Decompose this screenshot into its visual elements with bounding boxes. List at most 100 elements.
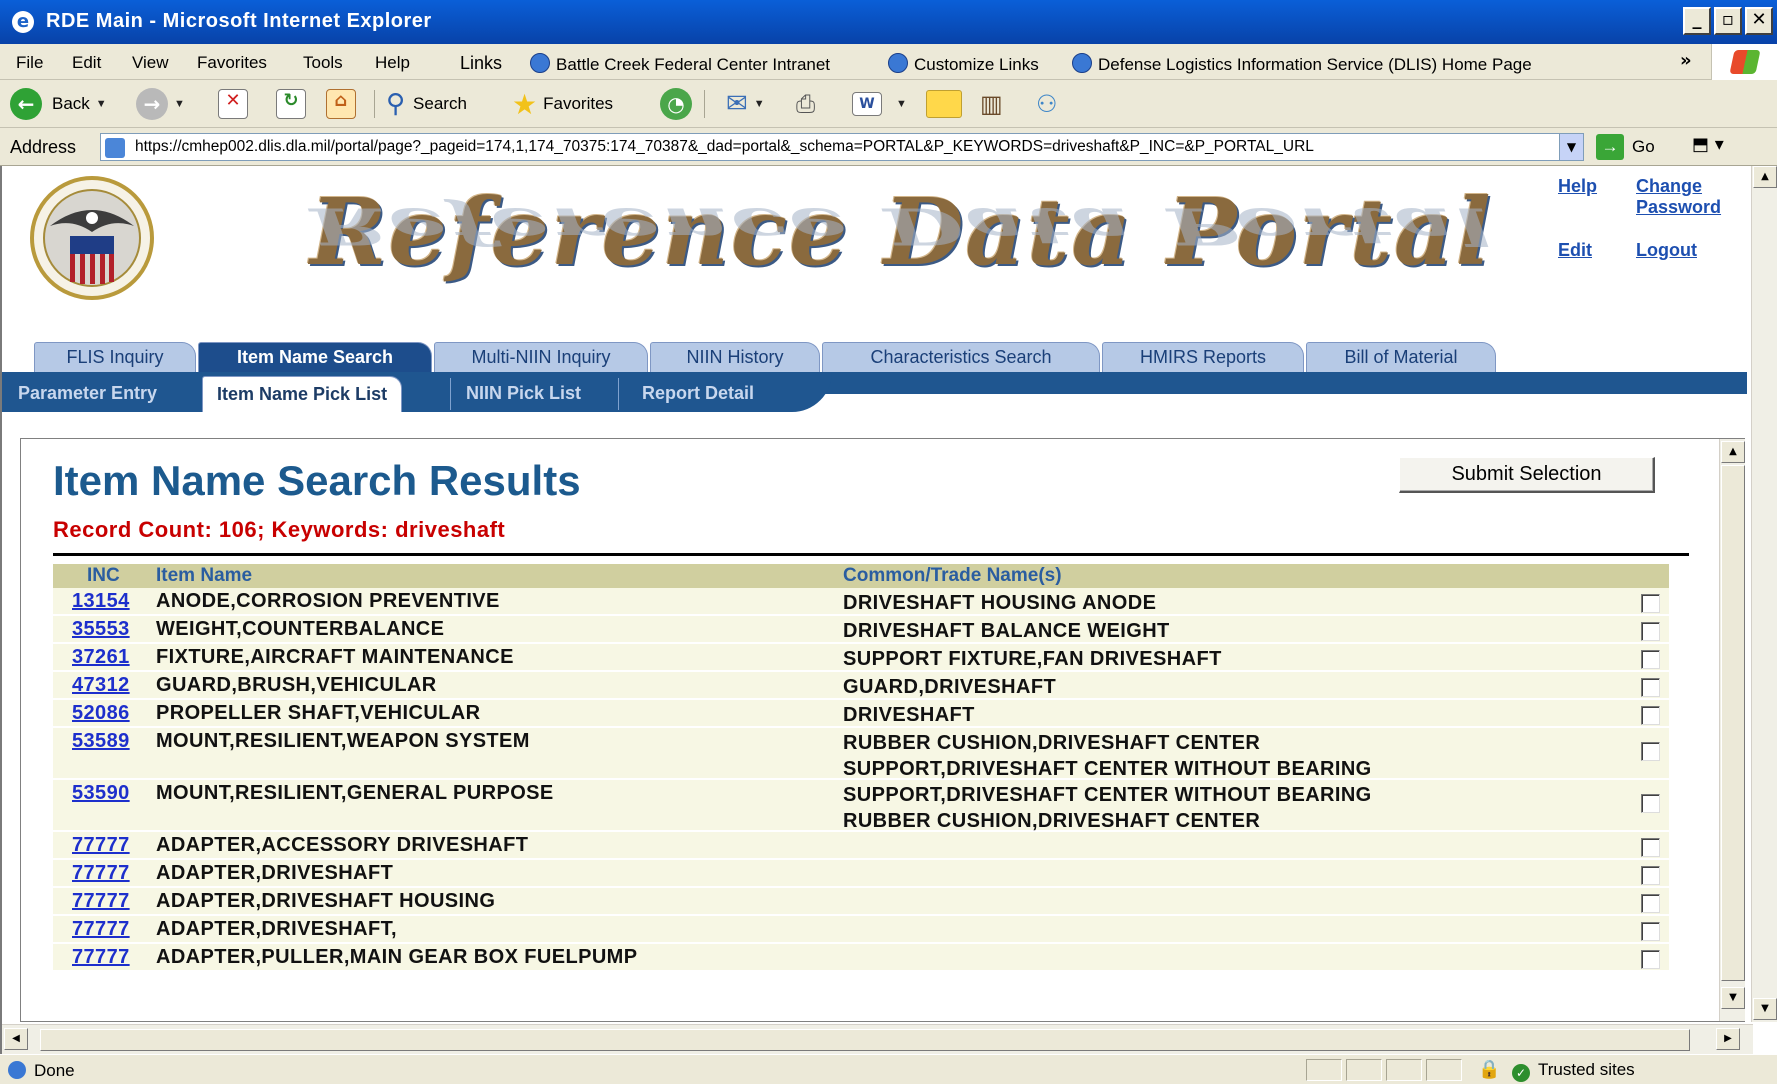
select-checkbox[interactable] [1641, 742, 1660, 761]
tab-item-name-search[interactable]: Item Name Search [198, 342, 432, 372]
chevron-down-icon[interactable]: ▼ [754, 98, 765, 110]
frame-scrollbar[interactable]: ▲ ▼ [1719, 439, 1745, 1021]
change-password-link[interactable]: Change Password [1636, 176, 1746, 218]
edit-button[interactable]: W ▼ [852, 88, 907, 120]
inc-link[interactable]: 52086 [72, 702, 130, 725]
select-checkbox[interactable] [1641, 594, 1660, 613]
inc-link[interactable]: 13154 [72, 590, 130, 613]
home-button[interactable]: ⌂ [326, 88, 356, 120]
frame-scroll-thumb[interactable] [1721, 465, 1745, 981]
menu-help[interactable]: Help [375, 53, 410, 73]
close-button[interactable]: ✕ [1745, 7, 1773, 35]
horizontal-scroll-thumb[interactable] [40, 1029, 1690, 1051]
more-links-chevron-icon[interactable]: » [1680, 50, 1692, 71]
tab-characteristics-search[interactable]: Characteristics Search [822, 342, 1100, 372]
forward-button[interactable]: → ▼ [136, 88, 185, 120]
inc-link[interactable]: 77777 [72, 834, 130, 857]
subtab-report-detail[interactable]: Report Detail [642, 376, 754, 412]
menu-edit[interactable]: Edit [72, 53, 101, 73]
tab-multi-niin-inquiry[interactable]: Multi-NIIN Inquiry [434, 342, 648, 372]
scroll-down-icon[interactable]: ▼ [1753, 998, 1777, 1020]
minimize-button[interactable]: _ [1683, 7, 1711, 35]
select-checkbox[interactable] [1641, 794, 1660, 813]
tab-bill-of-material[interactable]: Bill of Material [1306, 342, 1496, 372]
security-zone[interactable]: ✓ Trusted sites [1512, 1060, 1635, 1082]
research-button[interactable]: ▥ [980, 88, 1003, 120]
address-dropdown-icon[interactable]: ▼ [1559, 134, 1583, 160]
inc-link[interactable]: 35553 [72, 618, 130, 641]
link-battle-creek[interactable]: Battle Creek Federal Center Intranet [530, 53, 830, 75]
select-checkbox[interactable] [1641, 650, 1660, 669]
acrobat-icon[interactable]: ⬒ ▾ [1692, 134, 1724, 155]
select-checkbox[interactable] [1641, 894, 1660, 913]
mail-button[interactable]: ✉ ▼ [726, 88, 765, 120]
address-url[interactable]: https://cmhep002.dlis.dla.mil/portal/pag… [135, 138, 1545, 156]
messenger-button[interactable]: ⚇ [1036, 88, 1058, 120]
horizontal-scrollbar[interactable]: ◀ ▶ [2, 1024, 1753, 1054]
inc-link[interactable]: 77777 [72, 890, 130, 913]
print-button[interactable]: ⎙ [796, 88, 815, 120]
select-checkbox[interactable] [1641, 706, 1660, 725]
favorites-button[interactable]: ★ Favorites [512, 87, 613, 121]
page-scrollbar[interactable]: ▲ ▼ [1751, 166, 1777, 1022]
menu-tools[interactable]: Tools [303, 53, 343, 73]
table-row: 53589 MOUNT,RESILIENT,WEAPON SYSTEM RUBBER… [53, 728, 1669, 780]
select-checkbox[interactable] [1641, 922, 1660, 941]
select-checkbox[interactable] [1641, 838, 1660, 857]
tab-hmirs-reports[interactable]: HMIRS Reports [1102, 342, 1304, 372]
chevron-down-icon[interactable]: ▼ [96, 98, 107, 110]
links-label[interactable]: Links [460, 53, 502, 74]
inc-link[interactable]: 47312 [72, 674, 130, 697]
maximize-button[interactable]: ▫ [1714, 7, 1742, 35]
scroll-up-icon[interactable]: ▲ [1721, 441, 1745, 463]
inc-link[interactable]: 37261 [72, 646, 130, 669]
back-button[interactable]: ← Back ▼ [10, 88, 107, 120]
record-count: Record Count: 106; Keywords: driveshaft [53, 517, 506, 542]
scroll-up-icon[interactable]: ▲ [1753, 166, 1777, 188]
refresh-button[interactable]: ↻ [276, 88, 306, 120]
search-button[interactable]: ⚲ Search [386, 88, 467, 120]
address-label: Address [10, 137, 77, 157]
history-button[interactable]: ◔ [660, 88, 692, 120]
inc-link[interactable]: 77777 [72, 918, 130, 941]
select-checkbox[interactable] [1641, 866, 1660, 885]
scroll-left-icon[interactable]: ◀ [4, 1028, 28, 1050]
inc-link[interactable]: 53590 [72, 782, 130, 805]
link-dlis-home[interactable]: Defense Logistics Information Service (D… [1072, 53, 1532, 75]
menu-view[interactable]: View [132, 53, 169, 73]
select-checkbox[interactable] [1641, 950, 1660, 969]
logout-link[interactable]: Logout [1636, 240, 1697, 261]
stop-button[interactable]: ✕ [218, 88, 248, 120]
subtab-item-name-pick-list[interactable]: Item Name Pick List [202, 376, 403, 412]
chevron-down-icon[interactable]: ▼ [174, 98, 185, 110]
tab-flis-inquiry[interactable]: FLIS Inquiry [34, 342, 196, 372]
divider [53, 553, 1689, 556]
select-checkbox[interactable] [1641, 622, 1660, 641]
scroll-down-icon[interactable]: ▼ [1721, 987, 1745, 1009]
menu-favorites[interactable]: Favorites [197, 53, 267, 73]
scroll-right-icon[interactable]: ▶ [1716, 1028, 1740, 1050]
inc-link[interactable]: 77777 [72, 862, 130, 885]
edit-link[interactable]: Edit [1558, 240, 1592, 261]
table-row: 77777 ADAPTER,ACCESSORY DRIVESHAFT [53, 832, 1669, 860]
submit-selection-button[interactable]: Submit Selection [1399, 457, 1655, 493]
mail-icon: ✉ [726, 89, 748, 119]
subtab-niin-pick-list[interactable]: NIIN Pick List [466, 376, 581, 412]
select-checkbox[interactable] [1641, 678, 1660, 697]
go-button[interactable]: → Go [1596, 134, 1655, 160]
chevron-down-icon[interactable]: ▼ [896, 98, 907, 110]
help-link[interactable]: Help [1558, 176, 1597, 197]
discuss-button[interactable] [926, 88, 962, 120]
tab-niin-history[interactable]: NIIN History [650, 342, 820, 372]
title-bar: e RDE Main - Microsoft Internet Explorer… [0, 0, 1777, 44]
banner-reflection: Reference Data Portal [310, 196, 1493, 256]
address-input[interactable]: https://cmhep002.dlis.dla.mil/portal/pag… [100, 133, 1584, 161]
trade-name-cell: RUBBER CUSHION,DRIVESHAFT CENTER SUPPORT,… [843, 730, 1372, 782]
inc-link[interactable]: 77777 [72, 946, 130, 969]
menu-file[interactable]: File [16, 53, 43, 73]
favorites-star-icon: ★ [512, 87, 538, 121]
trade-name-cell: DRIVESHAFT HOUSING ANODE [843, 590, 1156, 616]
subtab-parameter-entry[interactable]: Parameter Entry [18, 376, 157, 412]
inc-link[interactable]: 53589 [72, 730, 130, 753]
link-customize[interactable]: Customize Links [888, 53, 1039, 75]
